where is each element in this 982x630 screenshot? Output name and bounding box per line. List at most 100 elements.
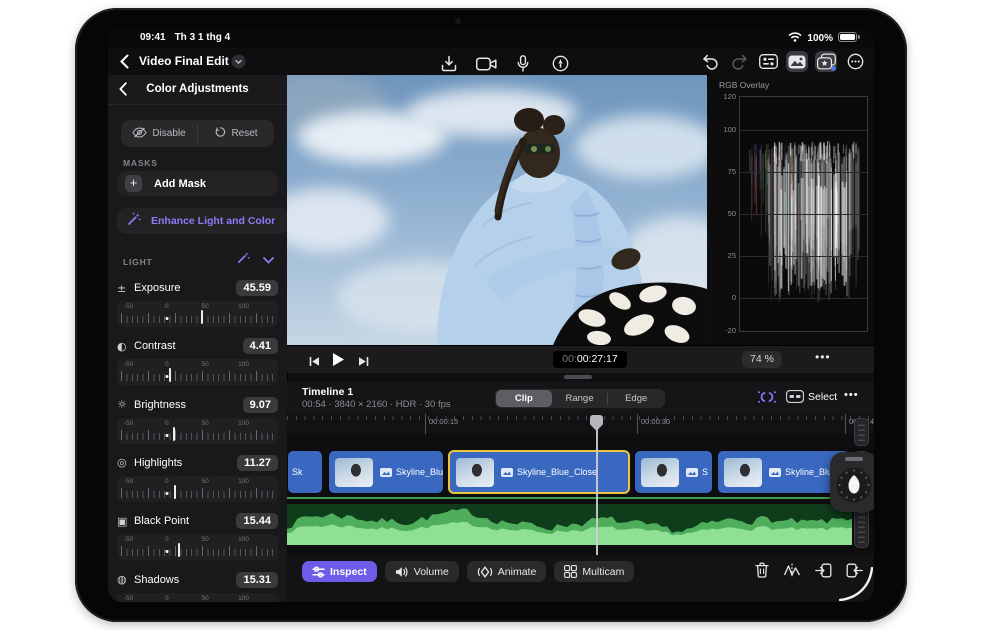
reset-icon <box>214 126 226 141</box>
reset-button[interactable]: Reset <box>198 120 274 147</box>
notification-dot <box>831 66 836 71</box>
app-toolbar: Video Final Edit <box>108 48 874 76</box>
jog-drag-handle[interactable] <box>845 457 863 461</box>
multicam-button[interactable]: Multicam <box>554 561 634 582</box>
slider-track[interactable]: -50050100 <box>117 418 278 444</box>
slider-handle[interactable] <box>169 368 171 382</box>
clip-s[interactable]: S <box>634 450 713 494</box>
rgb-overlay-scope: RGB Overlay 1201007550250-20 <box>708 75 874 345</box>
timeline-header: Timeline 1 00:54 · 3840 × 2160 · HDR · 3… <box>287 382 874 414</box>
enhance-light-color-button[interactable]: Enhance Light and Color <box>117 208 288 234</box>
slider-value[interactable]: 9.07 <box>243 397 278 413</box>
viewer-video-frame[interactable] <box>287 75 707 345</box>
overlay-view-icon[interactable] <box>786 390 804 408</box>
corner-highlight <box>839 567 873 601</box>
scope-axis-label: -20 <box>710 326 736 335</box>
scale-label: 100 <box>238 536 249 543</box>
select-button[interactable]: Select <box>808 391 837 403</box>
slider-track[interactable]: -50050100 <box>117 301 278 327</box>
viewer-more-button[interactable]: ••• <box>815 350 831 364</box>
adjustments-icon[interactable] <box>757 51 779 72</box>
timeline-zoom-slider-top[interactable] <box>854 418 869 446</box>
audio-waveform-track[interactable] <box>287 504 852 545</box>
slider-track[interactable]: -50050100 <box>117 359 278 385</box>
redo-icon[interactable] <box>728 51 750 72</box>
media-browser-icon[interactable] <box>786 51 808 72</box>
magnetic-timeline-icon[interactable] <box>757 390 777 409</box>
scope-axis-label: 75 <box>710 167 736 176</box>
clip-skyline-blue-close[interactable]: Skyline_Blue_Close <box>448 450 630 494</box>
mode-range[interactable]: Range <box>552 390 608 407</box>
slider-brightness: ☼Brightness9.07-50050100 <box>117 396 278 452</box>
blade-icon[interactable] <box>783 562 801 578</box>
multicam-icon <box>564 565 577 578</box>
edit-mode-segmented-control: ClipRangeEdge <box>495 389 665 408</box>
scale-label: 100 <box>238 595 249 602</box>
next-frame-button[interactable] <box>358 354 369 372</box>
insert-icon[interactable] <box>815 563 832 578</box>
slider-handle[interactable] <box>173 427 175 441</box>
trash-icon[interactable] <box>755 562 769 578</box>
camera-icon[interactable] <box>475 53 497 74</box>
origin-dot <box>165 434 168 437</box>
more-circle-icon[interactable] <box>844 51 866 72</box>
playhead-line <box>596 416 598 555</box>
slider-value[interactable]: 4.41 <box>243 338 278 354</box>
light-wand-icon[interactable] <box>237 251 250 269</box>
slider-label: Highlights <box>134 457 237 469</box>
slider-exposure: ±Exposure45.59-50050100 <box>117 279 278 335</box>
slider-handle[interactable] <box>178 543 180 557</box>
effects-icon[interactable] <box>815 51 837 72</box>
slider-value[interactable]: 11.27 <box>237 455 278 471</box>
project-title[interactable]: Video Final Edit <box>139 54 229 68</box>
jog-wheel-panel[interactable] <box>830 452 874 512</box>
panel-resize-handle[interactable] <box>564 375 592 379</box>
scale-label: -50 <box>124 536 133 543</box>
previous-frame-button[interactable] <box>309 354 320 372</box>
timeline-more-button[interactable]: ••• <box>844 389 859 401</box>
add-mask-button[interactable]: + Add Mask <box>117 171 278 196</box>
slider-label: Exposure <box>134 282 236 294</box>
jog-wheel-dial[interactable] <box>835 466 873 504</box>
undo-icon[interactable] <box>699 51 721 72</box>
timeline-info: 00:54 · 3840 × 2160 · HDR · 30 fps <box>302 399 451 410</box>
add-mask-label: Add Mask <box>154 178 206 190</box>
volume-button[interactable]: Volume <box>385 561 459 582</box>
slider-track[interactable]: -50050100 <box>117 534 278 560</box>
tool-label: Multicam <box>582 566 624 578</box>
disable-button[interactable]: Disable <box>121 120 197 147</box>
slider-handle[interactable] <box>174 485 176 499</box>
pencil-circle-icon[interactable] <box>549 53 571 74</box>
scale-label: -50 <box>124 420 133 427</box>
clip-skyline-blue-wide[interactable]: Skyline_Blue_Wide <box>328 450 444 494</box>
slider-handle[interactable] <box>178 602 180 603</box>
panel-title: Color Adjustments <box>108 83 287 95</box>
viewer-zoom-level[interactable]: 74 % <box>742 351 782 368</box>
mic-icon[interactable] <box>512 53 534 74</box>
back-chevron-icon[interactable] <box>120 54 129 74</box>
mode-edge[interactable]: Edge <box>608 390 664 407</box>
animate-icon <box>477 566 493 578</box>
slider-track[interactable]: -50050100 <box>117 593 278 603</box>
slider-handle[interactable] <box>201 310 203 324</box>
mode-clip[interactable]: Clip <box>496 390 552 407</box>
screen: 09:41 Th 3 1 thg 4 100% Video Final Edit… <box>108 28 874 602</box>
chevron-down-circle-icon[interactable] <box>231 54 246 74</box>
clip-sk[interactable]: Sk <box>287 450 323 494</box>
import-icon[interactable] <box>438 53 460 74</box>
animate-button[interactable]: Animate <box>467 561 547 582</box>
status-time: 09:41 <box>140 32 166 43</box>
status-bar: 09:41 Th 3 1 thg 4 100% <box>108 28 874 48</box>
scope-axis-label: 100 <box>710 125 736 134</box>
slider-track[interactable]: -50050100 <box>117 476 278 502</box>
light-collapse-chevron-icon[interactable] <box>263 251 274 269</box>
slider-value[interactable]: 15.31 <box>236 572 278 588</box>
slider-value[interactable]: 15.44 <box>236 513 278 529</box>
inspect-button[interactable]: Inspect <box>302 561 377 582</box>
slider-value[interactable]: 45.59 <box>236 280 278 296</box>
slider-label: Contrast <box>134 340 243 352</box>
timeline-ruler[interactable]: 00:00:1500:00:3000:00:45 <box>287 414 874 435</box>
scope-plot <box>739 96 868 332</box>
play-button[interactable] <box>331 352 345 372</box>
image-icon <box>501 468 513 477</box>
